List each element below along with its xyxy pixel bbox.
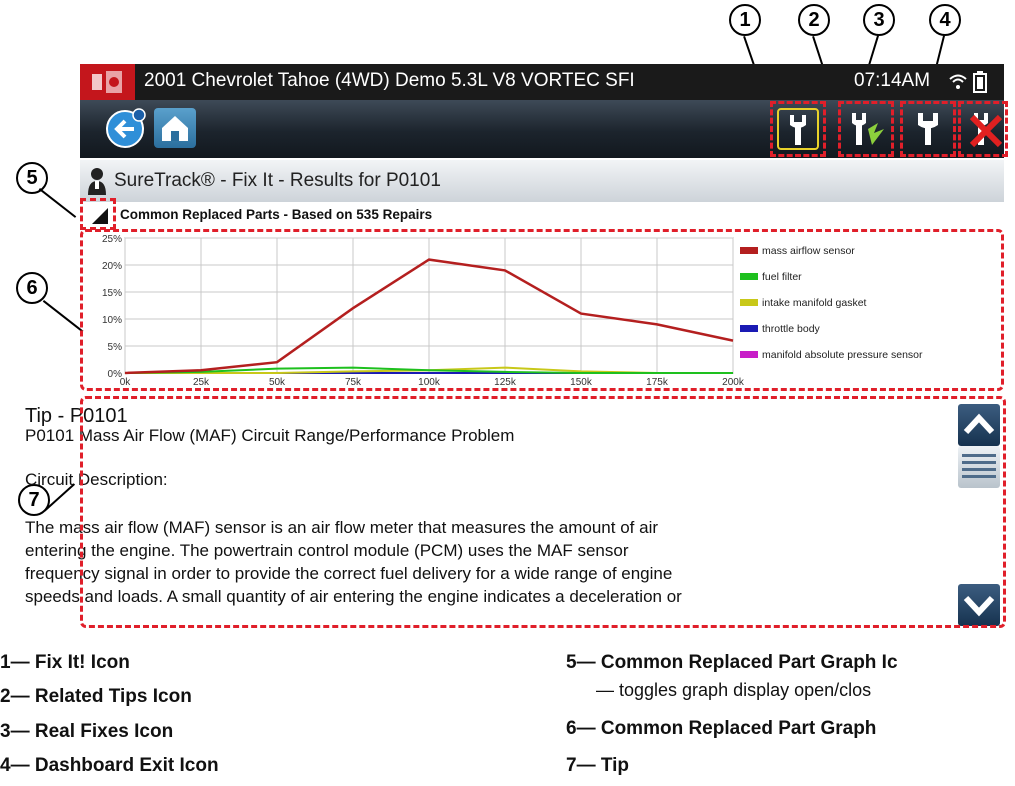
section-row: Common Replaced Parts - Based on 535 Rep… bbox=[80, 203, 1004, 227]
wifi-icon bbox=[948, 72, 968, 97]
caption-graph-icon-sub: — toggles graph display open/clos bbox=[596, 680, 872, 700]
page-title: SureTrack® - Fix It - Results for P0101 bbox=[114, 170, 441, 191]
vehicle-title: 2001 Chevrolet Tahoe (4WD) Demo 5.3L V8 … bbox=[144, 70, 635, 91]
status-bar: 2001 Chevrolet Tahoe (4WD) Demo 5.3L V8 … bbox=[80, 64, 1004, 100]
clock: 07:14AM bbox=[854, 70, 931, 91]
person-icon bbox=[86, 167, 108, 200]
snapon-logo-icon bbox=[80, 64, 135, 100]
caption-graph-icon: 5— Common Replaced Part Graph Ic bbox=[566, 652, 898, 673]
caption-graph: 6— Common Replaced Part Graph bbox=[566, 718, 877, 739]
callout-1: 1 bbox=[729, 4, 761, 36]
tip-callout-box bbox=[80, 396, 1006, 628]
caption-fix-it: 1— Fix It! Icon bbox=[0, 652, 130, 673]
related-tips-callout-box bbox=[838, 101, 894, 157]
real-fixes-callout-box bbox=[900, 101, 956, 157]
home-button[interactable] bbox=[154, 108, 196, 148]
battery-icon bbox=[973, 71, 987, 98]
callout-2: 2 bbox=[798, 4, 830, 36]
fix-it-callout-box bbox=[770, 101, 826, 157]
leader-line-5 bbox=[38, 188, 77, 218]
callout-3: 3 bbox=[863, 4, 895, 36]
back-button[interactable] bbox=[104, 107, 148, 156]
exit-callout-box bbox=[958, 101, 1008, 157]
caption-real-fixes: 3— Real Fixes Icon bbox=[0, 721, 174, 742]
graph-callout-box bbox=[80, 229, 1004, 391]
toolbar bbox=[80, 100, 1008, 158]
caption-dashboard-exit: 4— Dashboard Exit Icon bbox=[0, 755, 219, 776]
results-title-bar: SureTrack® - Fix It - Results for P0101 bbox=[80, 160, 1004, 202]
section-label: Common Replaced Parts - Based on 535 Rep… bbox=[120, 207, 433, 222]
toggle-callout-box bbox=[80, 198, 116, 230]
callout-4: 4 bbox=[929, 4, 961, 36]
leader-line-6 bbox=[42, 300, 84, 333]
caption-related-tips: 2— Related Tips Icon bbox=[0, 686, 192, 707]
callout-5: 5 bbox=[16, 162, 48, 194]
caption-tip: 7— Tip bbox=[566, 755, 629, 776]
home-icon bbox=[162, 116, 188, 141]
back-arrow-icon bbox=[106, 108, 146, 148]
